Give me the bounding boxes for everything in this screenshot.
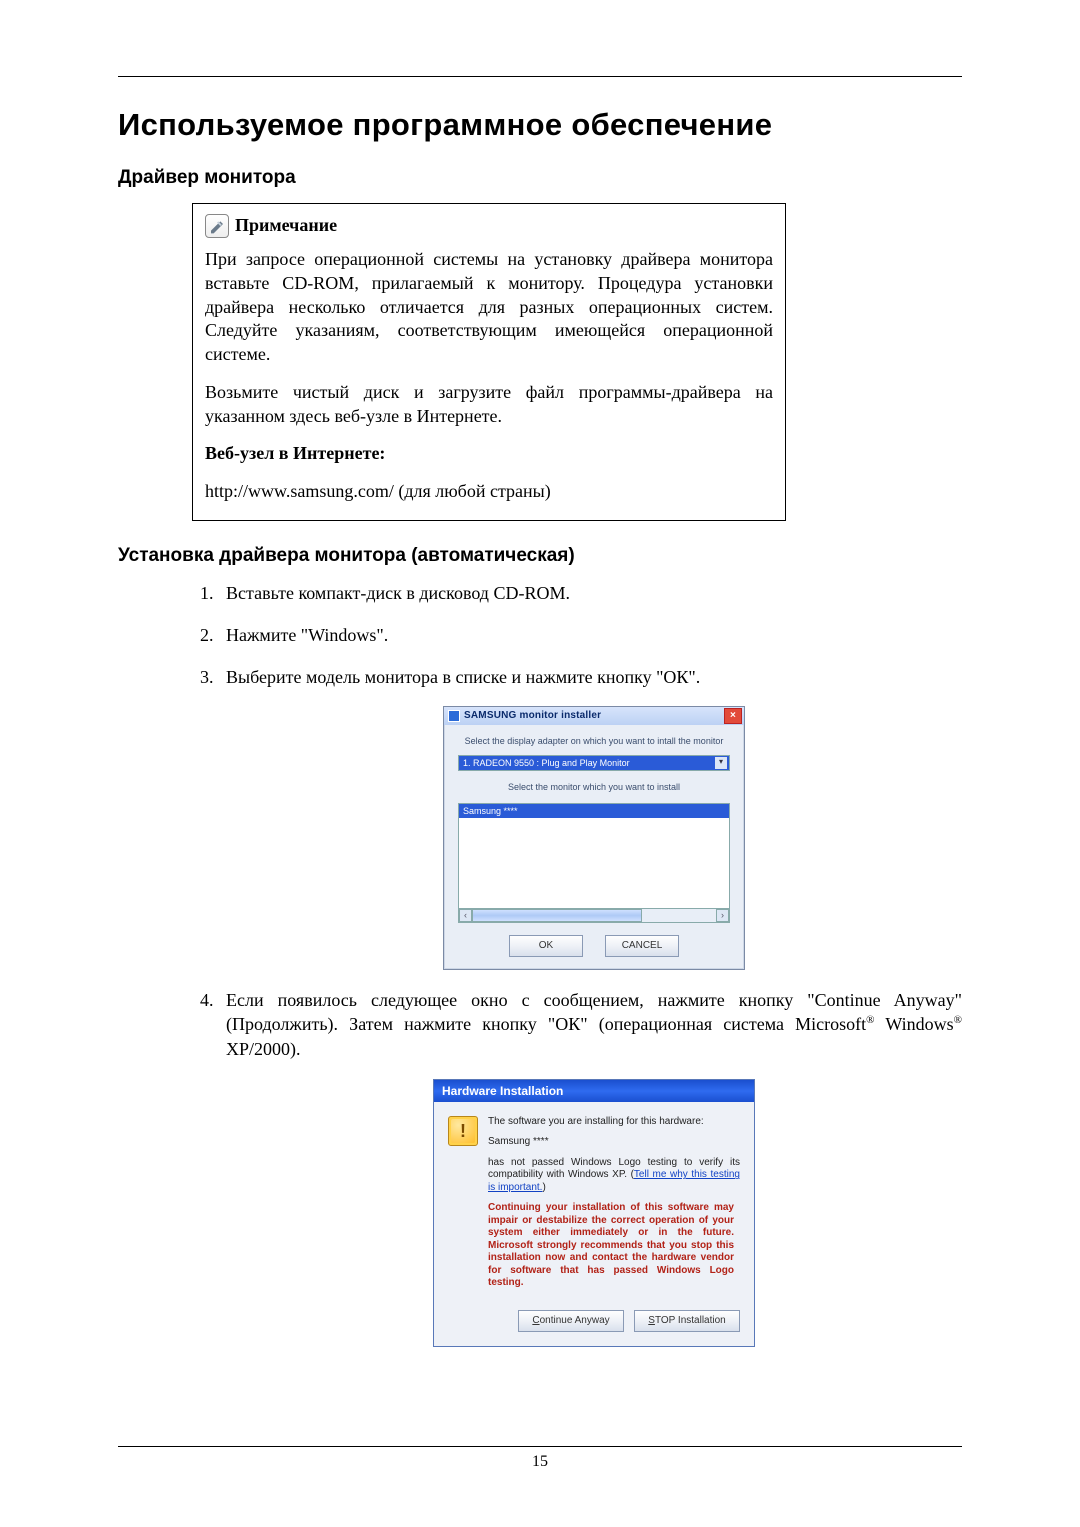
note-url: http://www.samsung.com/ (для любой стран… [205,480,773,504]
step-4-text-a: Если появилось следующее окно с сообщени… [226,990,962,1034]
step-4-text-c: XP/2000). [226,1039,301,1059]
scroll-thumb[interactable] [472,909,642,922]
display-adapter-value: 1. RADEON 9550 : Plug and Play Monitor [463,757,630,769]
installer-title-text: SAMSUNG monitor installer [464,709,601,723]
note-paragraph-2: Возьмите чистый диск и загрузите файл пр… [205,381,773,429]
note-paragraph-1: При запросе операционной системы на уста… [205,248,773,367]
note-web-label: Веб-узел в Интернете: [205,442,773,466]
scroll-left-icon[interactable]: ‹ [459,909,472,922]
hw-body: ! The software you are installing for th… [434,1102,754,1310]
stop-accel: S [648,1314,655,1328]
registered-mark: ® [866,1014,874,1026]
stop-rest: TOP Installation [655,1314,726,1328]
hw-warning: Continuing your installation of this sof… [488,1202,740,1290]
hw-device: Samsung **** [488,1136,740,1149]
top-rule [118,76,962,77]
close-icon[interactable]: × [724,708,742,724]
hw-text: The software you are installing for this… [488,1116,740,1298]
page-number: 15 [532,1453,548,1470]
installer-dialog: SAMSUNG monitor installer × Select the d… [443,706,745,970]
registered-mark: ® [954,1014,962,1026]
monitor-list[interactable]: Samsung **** ‹ › [458,803,730,923]
page-footer: 15 [118,1446,962,1471]
page: Используемое программное обеспечение Дра… [0,0,1080,1527]
installer-titlebar: SAMSUNG monitor installer × [444,707,744,725]
page-title: Используемое программное обеспечение [118,107,962,143]
continue-accel: C [532,1314,539,1328]
app-icon [448,710,460,722]
hw-titlebar: Hardware Installation [434,1080,754,1102]
chevron-down-icon[interactable]: ▾ [715,757,727,769]
hw-buttons: Continue Anyway STOP Installation [434,1310,754,1346]
continue-rest: ontinue Anyway [540,1314,610,1328]
monitor-list-selected[interactable]: Samsung **** [459,804,729,818]
installer-body: Select the display adapter on which you … [444,725,744,969]
note-header: Примечание [205,214,773,238]
hw-title-text: Hardware Installation [442,1083,563,1099]
hw-line2: has not passed Windows Logo testing to v… [488,1157,740,1195]
ok-button[interactable]: OK [509,935,583,957]
steps-list: Вставьте компакт-диск в дисковод CD-ROM.… [192,581,962,1347]
hardware-install-dialog: Hardware Installation ! The software you… [433,1079,755,1347]
step-3-text: Выберите модель монитора в списке и нажм… [226,667,700,687]
section-heading-auto: Установка драйвера монитора (автоматичес… [118,545,962,567]
hw-line2c: ) [542,1182,545,1193]
installer-buttons: OK CANCEL [458,935,730,957]
note-box: Примечание При запросе операционной сист… [192,203,786,521]
hw-line1: The software you are installing for this… [488,1116,740,1129]
note-icon [205,214,229,238]
step-1: Вставьте компакт-диск в дисковод CD-ROM. [218,581,962,605]
horizontal-scrollbar[interactable]: ‹ › [459,908,729,922]
installer-instruction-2: Select the monitor which you want to ins… [458,781,730,793]
step-4: Если появилось следующее окно с сообщени… [218,988,962,1347]
step-2: Нажмите "Windows". [218,623,962,647]
step-3: Выберите модель монитора в списке и нажм… [218,665,962,970]
installer-instruction-1: Select the display adapter on which you … [458,735,730,747]
scroll-right-icon[interactable]: › [716,909,729,922]
section-heading-driver: Драйвер монитора [118,167,962,189]
cancel-button[interactable]: CANCEL [605,935,679,957]
continue-anyway-button[interactable]: Continue Anyway [518,1310,624,1332]
warning-icon: ! [448,1116,478,1146]
step-4-text-b: Windows [875,1014,954,1034]
note-title: Примечание [235,214,337,238]
display-adapter-select[interactable]: 1. RADEON 9550 : Plug and Play Monitor ▾ [458,755,730,771]
stop-installation-button[interactable]: STOP Installation [634,1310,740,1332]
